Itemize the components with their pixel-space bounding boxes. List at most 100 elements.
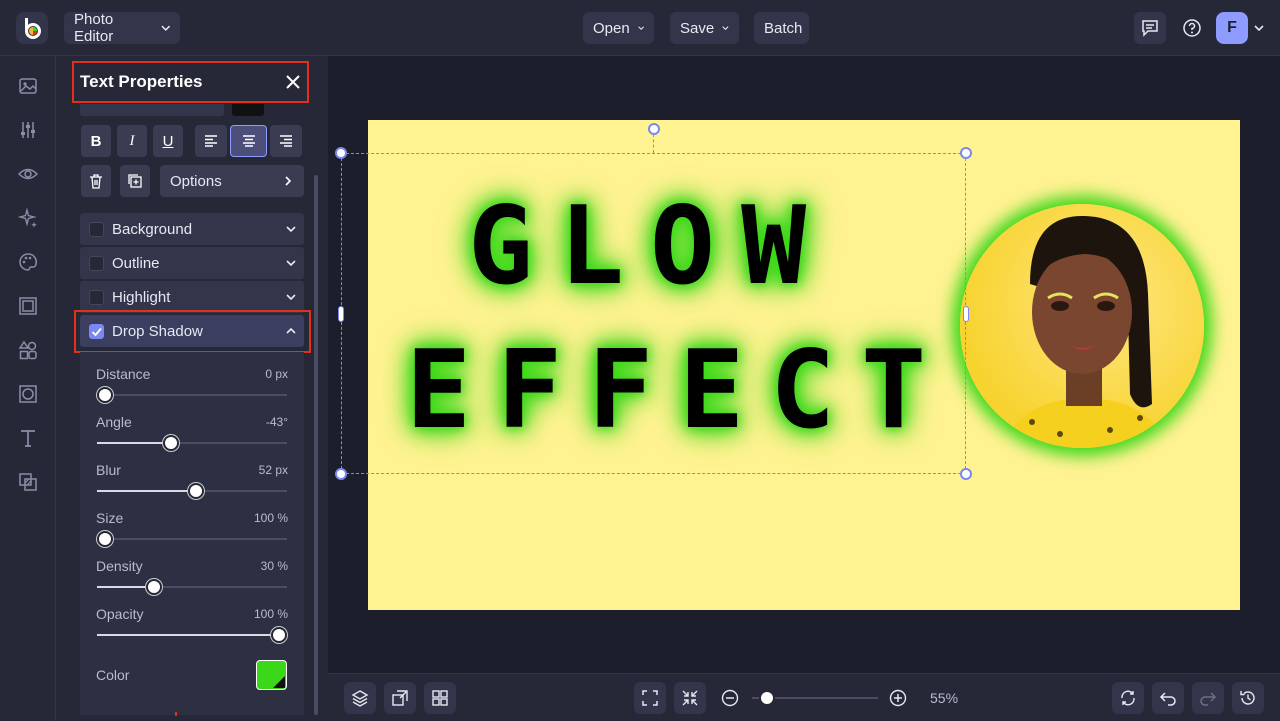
section-background[interactable]: Background bbox=[80, 213, 304, 245]
layers-button[interactable] bbox=[344, 682, 376, 714]
align-left-button[interactable] bbox=[195, 125, 227, 157]
chevron-down-icon bbox=[286, 294, 296, 301]
blur-label: Blur bbox=[96, 462, 121, 478]
underline-button[interactable]: U bbox=[153, 125, 183, 157]
chevron-down-icon bbox=[722, 26, 729, 31]
app-logo[interactable] bbox=[16, 12, 48, 44]
opacity-label: Opacity bbox=[96, 606, 144, 622]
layers-icon bbox=[351, 690, 369, 707]
trash-icon bbox=[90, 174, 102, 189]
reset-button[interactable] bbox=[1112, 682, 1144, 714]
fit-screen-button[interactable] bbox=[634, 682, 666, 714]
background-checkbox[interactable] bbox=[89, 222, 104, 237]
resize-handle-left[interactable] bbox=[338, 306, 344, 322]
duplicate-button[interactable] bbox=[120, 165, 150, 197]
chevron-down-icon[interactable] bbox=[1254, 23, 1264, 33]
text-icon[interactable] bbox=[16, 426, 40, 450]
replace-image-button[interactable] bbox=[384, 682, 416, 714]
density-slider-knob[interactable] bbox=[146, 579, 162, 595]
size-value: 100 % bbox=[253, 511, 288, 525]
align-right-button[interactable] bbox=[270, 125, 302, 157]
font-size-field[interactable] bbox=[80, 104, 224, 116]
chevron-down-icon bbox=[160, 25, 170, 31]
delete-button[interactable] bbox=[81, 165, 111, 197]
portrait-image bbox=[1000, 215, 1170, 448]
graphics-icon[interactable] bbox=[16, 338, 40, 362]
distance-slider[interactable] bbox=[97, 387, 287, 403]
collapse-icon bbox=[682, 690, 698, 706]
resize-handle-right[interactable] bbox=[963, 306, 969, 322]
resize-handle-top-right[interactable] bbox=[960, 147, 972, 159]
feedback-button[interactable] bbox=[1134, 12, 1166, 44]
options-button[interactable]: Options bbox=[160, 165, 304, 197]
redo-button[interactable] bbox=[1192, 682, 1224, 714]
undo-button[interactable] bbox=[1152, 682, 1184, 714]
photo-editor-label: Photo Editor bbox=[74, 11, 114, 45]
open-label: Open bbox=[593, 19, 630, 37]
panel-scrollbar[interactable] bbox=[314, 175, 318, 715]
italic-button[interactable]: I bbox=[117, 125, 147, 157]
text-color-swatch[interactable] bbox=[232, 104, 264, 116]
adjustments-icon[interactable] bbox=[16, 118, 40, 142]
batch-button[interactable]: Batch bbox=[754, 12, 809, 44]
refresh-icon bbox=[1121, 690, 1135, 706]
texture-icon[interactable] bbox=[16, 382, 40, 406]
save-label: Save bbox=[680, 19, 715, 37]
opacity-slider-knob[interactable] bbox=[271, 627, 287, 643]
align-center-button[interactable] bbox=[230, 125, 267, 157]
grid-button[interactable] bbox=[424, 682, 456, 714]
section-background-label: Background bbox=[112, 220, 193, 238]
shadow-color-swatch[interactable] bbox=[256, 660, 287, 690]
history-icon bbox=[1240, 691, 1255, 705]
bold-button[interactable]: B bbox=[81, 125, 111, 157]
density-slider[interactable] bbox=[97, 579, 287, 595]
sparkle-icon[interactable] bbox=[16, 206, 40, 230]
eye-icon[interactable] bbox=[16, 162, 40, 186]
photo-editor-dropdown[interactable]: Photo Editor bbox=[64, 11, 180, 45]
grid-icon bbox=[432, 690, 448, 706]
resize-handle-bottom-left[interactable] bbox=[335, 468, 347, 480]
size-slider-knob[interactable] bbox=[97, 531, 113, 547]
opacity-slider[interactable] bbox=[97, 627, 287, 643]
angle-label: Angle bbox=[96, 414, 132, 430]
user-avatar[interactable]: F bbox=[1216, 12, 1248, 44]
zoom-slider-knob[interactable] bbox=[758, 690, 775, 706]
logo-icon bbox=[25, 18, 41, 39]
history-button[interactable] bbox=[1232, 682, 1264, 714]
frame-icon[interactable] bbox=[16, 294, 40, 318]
opacity-value: 100 % bbox=[253, 607, 288, 621]
highlight-checkbox[interactable] bbox=[89, 290, 104, 305]
blur-slider-knob[interactable] bbox=[187, 483, 204, 499]
close-icon[interactable] bbox=[285, 74, 301, 90]
blur-slider-fill bbox=[97, 490, 196, 492]
blur-slider[interactable] bbox=[97, 483, 287, 499]
rotate-stem bbox=[653, 134, 654, 153]
resize-handle-bottom-right[interactable] bbox=[960, 468, 972, 480]
actual-size-button[interactable] bbox=[674, 682, 706, 714]
zoom-in-icon[interactable] bbox=[888, 688, 908, 713]
chat-icon bbox=[1142, 20, 1158, 37]
selection-box bbox=[341, 153, 966, 474]
section-highlight[interactable]: Highlight bbox=[80, 281, 304, 313]
panel-title: Text Properties bbox=[80, 72, 203, 91]
size-label: Size bbox=[96, 510, 124, 526]
angle-slider-knob[interactable] bbox=[163, 435, 180, 451]
palette-icon[interactable] bbox=[16, 250, 40, 274]
replace-image-icon bbox=[392, 690, 408, 706]
cursor-marker bbox=[175, 712, 177, 716]
portrait-photo[interactable] bbox=[960, 204, 1204, 448]
section-outline[interactable]: Outline bbox=[80, 247, 304, 279]
options-label: Options bbox=[170, 172, 222, 190]
open-dropdown[interactable]: Open bbox=[583, 12, 654, 44]
resize-handle-top-left[interactable] bbox=[335, 147, 347, 159]
zoom-out-icon[interactable] bbox=[720, 688, 740, 713]
image-icon[interactable] bbox=[16, 74, 40, 98]
overlay-icon[interactable] bbox=[16, 470, 40, 494]
size-slider[interactable] bbox=[97, 531, 287, 547]
save-dropdown[interactable]: Save bbox=[670, 12, 739, 44]
help-button[interactable] bbox=[1176, 12, 1208, 44]
rotate-handle[interactable] bbox=[648, 123, 660, 135]
angle-slider[interactable] bbox=[97, 435, 287, 451]
outline-checkbox[interactable] bbox=[89, 256, 104, 271]
distance-slider-knob[interactable] bbox=[97, 387, 113, 403]
